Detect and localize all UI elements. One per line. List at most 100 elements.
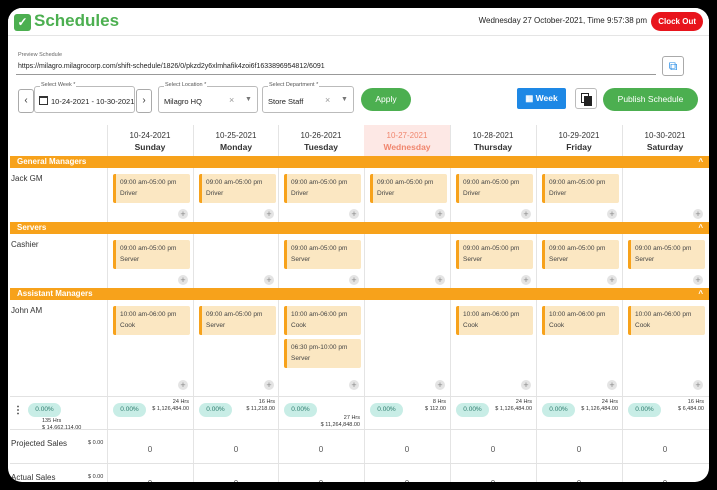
preview-schedule-url[interactable]: https://milagro.milagrocorp.com/shift-sc… — [18, 63, 325, 70]
calendar-icon — [39, 96, 48, 105]
shift-role: Cook — [463, 322, 479, 329]
employee-name[interactable]: Cashier — [11, 240, 39, 249]
shift-card[interactable]: 09:00 am-05:00 pm Driver — [284, 174, 361, 203]
external-link-icon: ⧉ — [668, 59, 678, 73]
footer-cell-value[interactable]: 0 — [281, 479, 361, 482]
footer-cell-value[interactable]: 0 — [196, 445, 276, 454]
shift-card[interactable]: 09:00 am-05:00 pm Server — [113, 240, 190, 269]
add-shift-icon[interactable]: + — [178, 380, 188, 390]
shift-time: 09:00 am-05:00 pm — [206, 311, 263, 318]
shift-time: 10:00 am-06:00 pm — [549, 311, 606, 318]
chevron-up-icon[interactable]: ^ — [698, 156, 703, 168]
shift-role: Server — [463, 256, 483, 263]
add-shift-icon[interactable]: + — [435, 380, 445, 390]
footer-cell-value[interactable]: 0 — [367, 445, 447, 454]
add-shift-icon[interactable]: + — [693, 209, 703, 219]
footer-cell-value[interactable]: 0 — [110, 445, 190, 454]
add-shift-icon[interactable]: + — [607, 380, 617, 390]
section-header[interactable]: Assistant Managers ^ — [10, 288, 709, 300]
shift-card[interactable]: 09:00 am-05:00 pm Server — [628, 240, 705, 269]
chevron-down-icon[interactable]: ▼ — [245, 96, 252, 103]
footer-cell-value[interactable]: 0 — [625, 445, 705, 454]
chevron-left-icon: ‹ — [24, 95, 28, 106]
page-title: Schedules — [34, 11, 120, 30]
footer-cell-value[interactable]: 0 — [625, 479, 705, 482]
section-header[interactable]: Servers ^ — [10, 222, 709, 234]
apply-button[interactable]: Apply — [361, 88, 411, 111]
shift-card[interactable]: 10:00 am-06:00 pm Cook — [113, 306, 190, 335]
add-shift-icon[interactable]: + — [521, 380, 531, 390]
add-shift-icon[interactable]: + — [607, 275, 617, 285]
add-shift-icon[interactable]: + — [435, 209, 445, 219]
shift-card[interactable]: 09:00 am-05:00 pm Server — [456, 240, 533, 269]
add-shift-icon[interactable]: + — [178, 209, 188, 219]
week-view-button[interactable]: ▦ Week — [517, 88, 566, 109]
add-shift-icon[interactable]: + — [607, 209, 617, 219]
chevron-down-icon[interactable]: ▼ — [341, 96, 348, 103]
clock-out-button[interactable]: Clock Out — [651, 12, 703, 31]
add-shift-icon[interactable]: + — [178, 275, 188, 285]
footer-cell-value[interactable]: 0 — [453, 479, 533, 482]
shift-card[interactable]: 09:00 am-05:00 pm Driver — [370, 174, 447, 203]
select-location-field[interactable]: Select Location * Milagro HQ × ▼ — [158, 82, 258, 113]
add-shift-icon[interactable]: + — [264, 275, 274, 285]
add-shift-icon[interactable]: + — [264, 209, 274, 219]
day-hours: 24 Hrs — [172, 399, 189, 405]
chevron-right-icon: › — [142, 95, 146, 106]
shift-role: Server — [635, 256, 655, 263]
select-department-label: Select Department * — [268, 82, 320, 88]
shift-time: 09:00 am-05:00 pm — [463, 179, 520, 186]
chevron-up-icon[interactable]: ^ — [698, 288, 703, 300]
shift-time: 09:00 am-05:00 pm — [120, 179, 177, 186]
shift-card[interactable]: 10:00 am-06:00 pm Cook — [456, 306, 533, 335]
shift-time: 10:00 am-06:00 pm — [120, 311, 177, 318]
next-week-button[interactable]: › — [136, 89, 152, 113]
add-shift-icon[interactable]: + — [349, 275, 359, 285]
select-department-field[interactable]: Select Department * Store Staff × ▼ — [262, 82, 354, 113]
shift-card[interactable]: 09:00 am-05:00 pm Server — [284, 240, 361, 269]
footer-cell-value[interactable]: 0 — [539, 445, 619, 454]
add-shift-icon[interactable]: + — [693, 380, 703, 390]
shift-card[interactable]: 09:00 am-05:00 pm Server — [199, 306, 276, 335]
day-amount: $ 112.00 — [424, 406, 446, 412]
shift-card[interactable]: 10:00 am-06:00 pm Cook — [628, 306, 705, 335]
more-options-icon[interactable]: ⋮ — [13, 405, 23, 416]
shift-card[interactable]: 09:00 am-05:00 pm Driver — [456, 174, 533, 203]
day-header-friday: 10-29-2021 Friday — [536, 125, 622, 156]
add-shift-icon[interactable]: + — [521, 209, 531, 219]
employee-name[interactable]: Jack GM — [11, 174, 43, 183]
footer-cell-value[interactable]: 0 — [539, 479, 619, 482]
footer-cell-value[interactable]: 0 — [110, 479, 190, 482]
add-shift-icon[interactable]: + — [349, 380, 359, 390]
footer-cell-value[interactable]: 0 — [453, 445, 533, 454]
shift-card[interactable]: 09:00 am-05:00 pm Server — [542, 240, 619, 269]
add-shift-icon[interactable]: + — [693, 275, 703, 285]
day-date: 10-26-2021 — [300, 131, 342, 140]
shift-card[interactable]: 10:00 am-06:00 pm Cook — [284, 306, 361, 335]
shift-card[interactable]: 09:00 am-05:00 pm Driver — [199, 174, 276, 203]
footer-cell-value[interactable]: 0 — [196, 479, 276, 482]
add-shift-icon[interactable]: + — [521, 275, 531, 285]
add-shift-icon[interactable]: + — [435, 275, 445, 285]
select-week-field[interactable]: Select Week * 10-24-2021 - 10-30-2021 — [34, 82, 135, 113]
copy-schedule-button[interactable] — [575, 88, 597, 109]
add-shift-icon[interactable]: + — [349, 209, 359, 219]
add-shift-icon[interactable]: + — [264, 380, 274, 390]
clear-department-icon[interactable]: × — [325, 95, 330, 105]
footer-cell-value[interactable]: 0 — [281, 445, 361, 454]
current-datetime: Wednesday 27 October-2021, Time 9:57:38 … — [478, 16, 647, 25]
shift-card[interactable]: 10:00 am-06:00 pm Cook — [542, 306, 619, 335]
shift-card[interactable]: 09:00 am-05:00 pm Driver — [542, 174, 619, 203]
shift-card[interactable]: 06:30 pm-10:00 pm Server — [284, 339, 361, 368]
preview-schedule-field[interactable]: Preview Schedule https://milagro.milagro… — [16, 51, 656, 75]
publish-schedule-button[interactable]: Publish Schedule — [603, 88, 698, 111]
prev-week-button[interactable]: ‹ — [18, 89, 34, 113]
open-link-button[interactable]: ⧉ — [662, 56, 684, 76]
shift-card[interactable]: 09:00 am-05:00 pm Driver — [113, 174, 190, 203]
section-header[interactable]: General Managers ^ — [10, 156, 709, 168]
footer-cell-value[interactable]: 0 — [367, 479, 447, 482]
chevron-up-icon[interactable]: ^ — [698, 222, 703, 234]
shift-role: Driver — [291, 190, 309, 197]
employee-name[interactable]: John AM — [11, 306, 42, 315]
clear-location-icon[interactable]: × — [229, 95, 234, 105]
